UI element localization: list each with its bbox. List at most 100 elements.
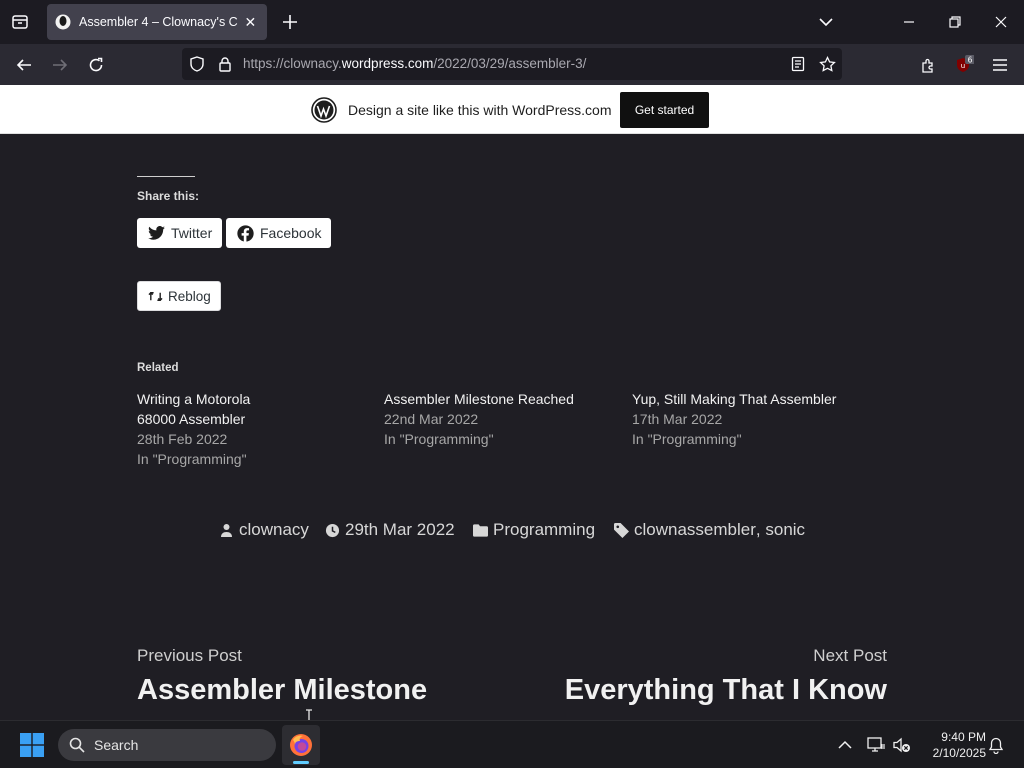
extensions-button[interactable] bbox=[915, 52, 941, 78]
share-divider bbox=[137, 176, 195, 177]
related-post-date: 22nd Mar 2022 bbox=[384, 411, 479, 427]
get-started-button[interactable]: Get started bbox=[620, 92, 709, 128]
related-post-category: In "Programming" bbox=[384, 431, 494, 447]
ublock-shield-icon: u6 bbox=[957, 55, 974, 72]
previous-post-label[interactable]: Previous Post bbox=[137, 646, 242, 666]
tab-title: Assembler 4 – Clownacy's Corner bbox=[79, 15, 238, 29]
lock-icon[interactable] bbox=[216, 55, 234, 73]
post-tag-link[interactable]: clownassembler bbox=[634, 520, 756, 540]
speaker-muted-icon bbox=[893, 737, 910, 753]
close-window-button[interactable] bbox=[989, 10, 1013, 34]
related-post-title[interactable]: Assembler Milestone Reached bbox=[384, 389, 614, 409]
post-category[interactable]: Programming bbox=[472, 518, 595, 542]
new-tab-button[interactable] bbox=[279, 11, 301, 33]
windows-start-icon[interactable] bbox=[20, 733, 44, 757]
post-date-text[interactable]: 29th Mar 2022 bbox=[345, 520, 455, 540]
forward-button[interactable] bbox=[47, 52, 73, 78]
browser-tab-bar: Assembler 4 – Clownacy's Corner ✕ bbox=[0, 0, 1024, 44]
related-post-item[interactable]: Yup, Still Making That Assembler 17th Ma… bbox=[632, 389, 862, 449]
reload-button[interactable] bbox=[83, 52, 109, 78]
post-category-link[interactable]: Programming bbox=[493, 520, 595, 540]
folder-icon bbox=[472, 522, 488, 538]
network-disconnected-icon bbox=[867, 737, 885, 752]
reader-view-icon[interactable] bbox=[789, 55, 807, 73]
wordpress-banner-text[interactable]: Design a site like this with WordPress.c… bbox=[348, 102, 612, 118]
site-favicon-icon bbox=[55, 14, 71, 30]
bell-icon bbox=[988, 737, 1004, 754]
next-post-label[interactable]: Next Post bbox=[813, 646, 887, 666]
arrow-right-icon bbox=[53, 59, 68, 71]
list-all-tabs-button[interactable] bbox=[8, 10, 32, 34]
firefox-icon bbox=[290, 734, 312, 756]
browser-tab[interactable]: Assembler 4 – Clownacy's Corner ✕ bbox=[47, 4, 267, 40]
taskbar-clock[interactable]: 9:40 PM 2/10/2025 bbox=[920, 729, 986, 761]
arrow-left-icon bbox=[16, 59, 31, 71]
related-post-title[interactable]: 68000 Assembler bbox=[137, 409, 367, 429]
running-app-indicator bbox=[293, 761, 309, 764]
network-status-button[interactable] bbox=[866, 735, 886, 755]
related-post-category: In "Programming" bbox=[632, 431, 742, 447]
app-menu-button[interactable] bbox=[987, 52, 1013, 78]
reload-icon bbox=[89, 57, 103, 72]
related-post-item[interactable]: Writing a Motorola 68000 Assembler 28th … bbox=[137, 389, 367, 469]
minimize-button[interactable] bbox=[897, 10, 921, 34]
ublock-extension-button[interactable]: u6 bbox=[951, 52, 977, 78]
post-author-name[interactable]: clownacy bbox=[239, 520, 309, 540]
wordpress-promo-banner: Design a site like this with WordPress.c… bbox=[0, 85, 1024, 134]
tab-list-icon bbox=[12, 15, 28, 29]
puzzle-icon bbox=[921, 58, 933, 73]
previous-post-link[interactable]: Assembler Milestone bbox=[137, 674, 427, 707]
windows-taskbar: Search 9:40 PM 2/10/2025 bbox=[0, 720, 1024, 768]
taskbar-search-box[interactable]: Search bbox=[58, 729, 276, 761]
twitter-bird-icon bbox=[147, 224, 165, 242]
post-content-area: Share this: Twitter Facebook Reblog Rela… bbox=[0, 134, 1024, 720]
related-post-item[interactable]: Assembler Milestone Reached 22nd Mar 202… bbox=[384, 389, 614, 449]
restore-icon bbox=[949, 16, 961, 28]
related-post-date: 17th Mar 2022 bbox=[632, 411, 723, 427]
restore-button[interactable] bbox=[943, 10, 967, 34]
plus-icon bbox=[283, 15, 297, 29]
hamburger-menu-icon bbox=[993, 59, 1007, 71]
share-facebook-label: Facebook bbox=[260, 225, 322, 241]
notifications-button[interactable] bbox=[986, 735, 1006, 755]
tracking-protection-shield-icon[interactable] bbox=[188, 55, 206, 73]
close-icon bbox=[995, 16, 1007, 28]
taskbar-firefox-app[interactable] bbox=[282, 725, 320, 765]
svg-text:u: u bbox=[961, 62, 965, 70]
clock-time: 9:40 PM bbox=[941, 730, 986, 744]
close-tab-icon[interactable]: ✕ bbox=[242, 13, 259, 31]
next-post-link[interactable]: Everything That I Know bbox=[565, 674, 887, 707]
wordpress-logo-icon[interactable] bbox=[311, 97, 337, 123]
search-icon bbox=[68, 736, 86, 754]
bookmark-star-icon[interactable] bbox=[818, 55, 836, 73]
share-twitter-button[interactable]: Twitter bbox=[137, 218, 223, 248]
share-facebook-button[interactable]: Facebook bbox=[226, 218, 332, 248]
reblog-button[interactable]: Reblog bbox=[137, 281, 221, 311]
clock-icon bbox=[324, 522, 340, 538]
reblog-label: Reblog bbox=[168, 288, 211, 304]
clock-date: 2/10/2025 bbox=[932, 746, 986, 760]
share-twitter-label: Twitter bbox=[171, 225, 213, 241]
tag-icon bbox=[613, 522, 629, 538]
address-bar[interactable]: https://clownacy.wordpress.com/2022/03/2… bbox=[182, 48, 842, 80]
share-heading: Share this: bbox=[137, 189, 200, 203]
back-button[interactable] bbox=[11, 52, 37, 78]
post-date[interactable]: 29th Mar 2022 bbox=[324, 518, 455, 542]
reblog-icon bbox=[147, 288, 163, 304]
minimize-icon bbox=[904, 21, 914, 23]
url-text[interactable]: https://clownacy.wordpress.com/2022/03/2… bbox=[243, 56, 586, 71]
tab-overflow-button[interactable] bbox=[814, 10, 838, 34]
facebook-icon bbox=[236, 224, 254, 242]
related-heading: Related bbox=[137, 362, 179, 374]
person-icon bbox=[218, 522, 234, 538]
browser-nav-bar: https://clownacy.wordpress.com/2022/03/2… bbox=[0, 44, 1024, 85]
post-tags: clownassembler, sonic bbox=[613, 518, 805, 542]
post-tag-link[interactable]: sonic bbox=[765, 520, 805, 540]
volume-button[interactable] bbox=[892, 735, 912, 755]
related-post-title[interactable]: Yup, Still Making That Assembler bbox=[632, 389, 862, 409]
show-hidden-icons-button[interactable] bbox=[835, 735, 855, 755]
taskbar-search-label: Search bbox=[94, 737, 139, 753]
related-post-title[interactable]: Writing a Motorola bbox=[137, 389, 367, 409]
post-author[interactable]: clownacy bbox=[218, 518, 309, 542]
chevron-down-icon bbox=[819, 18, 833, 27]
